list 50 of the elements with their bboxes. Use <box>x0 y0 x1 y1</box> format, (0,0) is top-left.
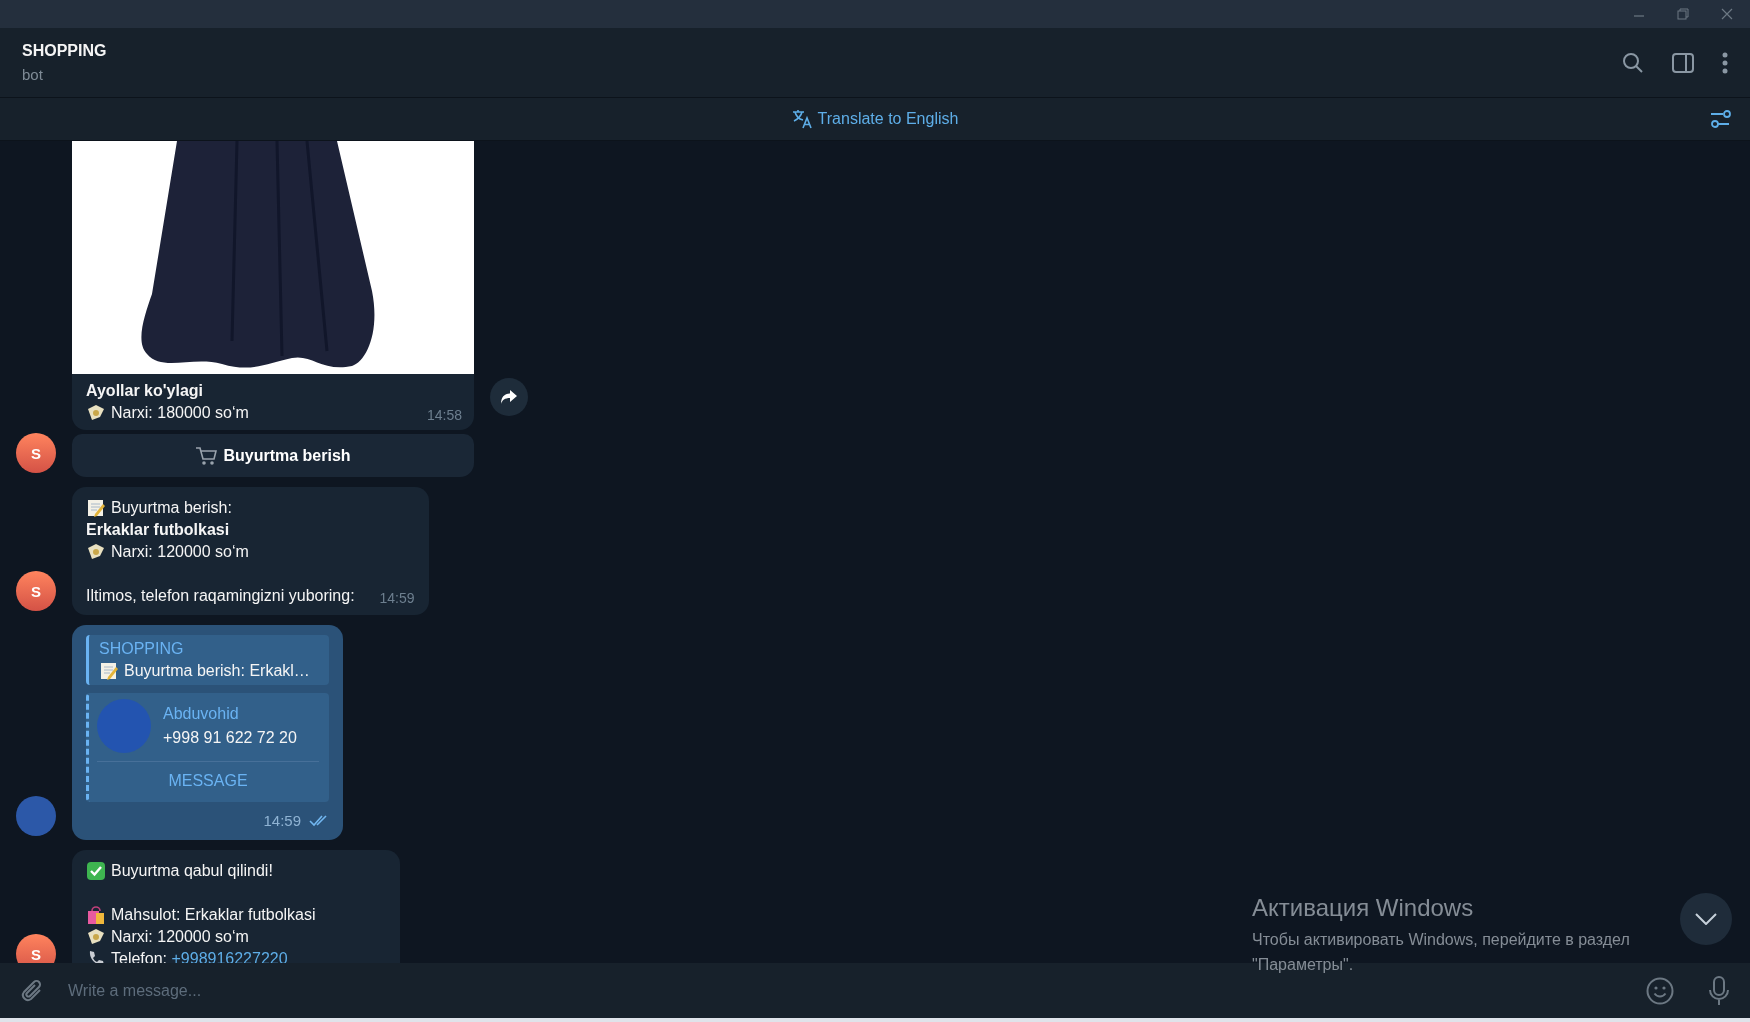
message-time: 14:58 <box>426 406 462 424</box>
message-time: 14:59 <box>379 589 415 607</box>
search-icon[interactable] <box>1622 51 1644 74</box>
message-text: Mahsulot: Erkaklar futbolkasi <box>111 905 316 925</box>
scroll-down-button[interactable] <box>1680 893 1732 945</box>
chevron-down-icon <box>1695 913 1717 925</box>
attach-icon[interactable] <box>20 977 44 1004</box>
order-button[interactable]: Buyurtma berish <box>72 434 474 477</box>
more-icon[interactable] <box>1722 51 1728 74</box>
user-avatar[interactable] <box>16 796 56 836</box>
contact-avatar <box>97 699 151 753</box>
chat-subtitle: bot <box>22 66 44 83</box>
message-text: Narxi: 120000 so‘m <box>111 542 249 562</box>
money-icon <box>86 928 106 946</box>
share-icon <box>500 389 518 405</box>
memo-icon <box>99 661 119 681</box>
message-input[interactable]: Write a message... <box>66 980 1624 1001</box>
message-text: Iltimos, telefon raqamingizni yuboring: <box>86 586 355 606</box>
chat-title: SHOPPING <box>22 42 107 60</box>
forward-button[interactable] <box>490 378 528 416</box>
contact-name: Abduvohid <box>163 704 240 724</box>
settings-icon[interactable] <box>1710 109 1732 129</box>
product-name: Ayollar ko'ylagi <box>86 381 205 401</box>
reply-text: Buyurtma berish: Erkakl… <box>124 661 310 681</box>
message-text: Buyurtma berish: <box>111 498 232 518</box>
price-text: Narxi: 180000 so‘m <box>111 403 249 423</box>
message-text: Narxi: 120000 so‘m <box>111 927 249 947</box>
translate-button[interactable]: Translate to English <box>785 108 965 130</box>
cart-icon <box>195 445 218 466</box>
message-button[interactable]: MESSAGE <box>97 762 319 796</box>
activation-title: Активация Windows <box>1252 893 1475 923</box>
money-icon <box>86 543 106 561</box>
message-text: Buyurtma qabul qilindi! <box>111 861 273 881</box>
emoji-icon[interactable] <box>1646 976 1674 1005</box>
check-icon <box>86 861 106 881</box>
restore-icon[interactable] <box>1677 8 1689 20</box>
message-text: Erkaklar futbolkasi <box>86 520 230 540</box>
bot-avatar[interactable]: S <box>16 433 56 473</box>
bot-avatar[interactable]: S <box>16 571 56 611</box>
close-icon[interactable] <box>1721 8 1733 20</box>
money-icon <box>86 404 106 422</box>
bot-avatar[interactable]: S <box>16 934 56 963</box>
microphone-icon[interactable] <box>1708 975 1730 1006</box>
sidebar-icon[interactable] <box>1672 52 1694 73</box>
bag-icon <box>86 905 106 925</box>
message-time: 14:59 <box>263 811 301 831</box>
reply-author: SHOPPING <box>99 639 185 659</box>
memo-icon <box>86 498 106 518</box>
translate-icon <box>791 109 814 129</box>
contact-phone: +998 91 622 72 20 <box>163 728 297 748</box>
